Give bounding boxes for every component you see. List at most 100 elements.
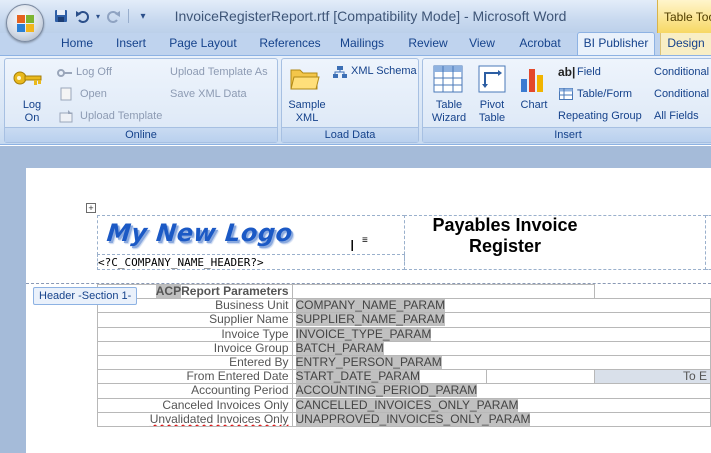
load-data-group: Sample XML XML Schema Load Data bbox=[281, 58, 419, 143]
tab-insert[interactable]: Insert bbox=[104, 33, 158, 55]
parameter-label-text: From Entered Date bbox=[186, 369, 289, 384]
conditional-region-button[interactable]: Conditional bbox=[654, 66, 709, 78]
chart-icon bbox=[521, 69, 543, 92]
parameter-label[interactable]: Unvalidated Invoices Only bbox=[97, 411, 293, 427]
header-section-label: Header -Section 1- bbox=[33, 287, 138, 305]
parameter-value-field[interactable]: SUPPLIER_NAME_PARAM bbox=[291, 312, 711, 328]
parameter-value-text: CANCELLED_INVOICES_ONLY_PARAM bbox=[295, 398, 519, 412]
parameter-value-field[interactable]: ENTRY_PERSON_PARAM bbox=[291, 354, 711, 371]
table-wizard-button[interactable]: Table Wizard bbox=[427, 99, 471, 125]
parameters-header-prefix: ACP bbox=[155, 284, 182, 299]
folder-icon bbox=[290, 69, 320, 90]
report-title: Payables Invoice Register bbox=[432, 215, 578, 256]
all-fields-button[interactable]: All Fields bbox=[654, 110, 699, 122]
parameter-value-field[interactable]: ACCOUNTING_PERIOD_PARAM bbox=[291, 383, 711, 399]
parameter-value-text: SUPPLIER_NAME_PARAM bbox=[295, 312, 445, 327]
xml-schema-icon bbox=[333, 66, 347, 78]
xml-schema-button[interactable]: XML Schema bbox=[351, 65, 417, 77]
parameter-extra-label: To E bbox=[593, 369, 711, 385]
save-xml-data-button[interactable]: Save XML Data bbox=[170, 88, 247, 100]
tab-acrobat[interactable]: Acrobat bbox=[512, 33, 568, 55]
log-off-icon bbox=[57, 69, 72, 77]
parameters-header-value-cell[interactable] bbox=[291, 283, 595, 300]
parameter-value-field[interactable]: INVOICE_TYPE_PARAM bbox=[291, 326, 711, 342]
parameter-label-text: Invoice Group bbox=[213, 341, 289, 355]
open-icon bbox=[60, 87, 72, 101]
parameter-label[interactable]: Entered By bbox=[97, 354, 293, 371]
load-data-group-label: Load Data bbox=[282, 127, 418, 142]
parameter-value-field[interactable]: COMPANY_NAME_PARAM bbox=[291, 298, 711, 314]
parameter-value-field[interactable]: UNAPPROVED_INVOICES_ONLY_PARAM bbox=[291, 411, 711, 427]
parameter-value-text: START_DATE_PARAM bbox=[295, 369, 420, 384]
table-wizard-icon bbox=[433, 65, 463, 93]
tab-mailings[interactable]: Mailings bbox=[334, 33, 390, 55]
parameter-value-field[interactable]: CANCELLED_INVOICES_ONLY_PARAM bbox=[291, 397, 711, 413]
tab-page-layout[interactable]: Page Layout bbox=[162, 33, 244, 55]
field-icon: ab| bbox=[558, 65, 576, 79]
parameter-extra-cell[interactable] bbox=[485, 369, 595, 385]
ribbon: Log On Log Off Open Upload Template Uplo… bbox=[0, 55, 711, 145]
open-button[interactable]: Open bbox=[80, 88, 107, 100]
insert-group-label: Insert bbox=[423, 127, 711, 142]
parameter-label[interactable]: From Entered Date bbox=[97, 369, 293, 385]
log-off-button[interactable]: Log Off bbox=[76, 66, 112, 78]
online-group: Log On Log Off Open Upload Template Uplo… bbox=[4, 58, 278, 143]
upload-template-button[interactable]: Upload Template bbox=[80, 110, 162, 122]
table-form-icon bbox=[559, 88, 573, 100]
office-button[interactable] bbox=[6, 4, 44, 42]
upload-template-as-button[interactable]: Upload Template As bbox=[170, 66, 268, 78]
parameter-label-text: Business Unit bbox=[215, 298, 289, 313]
parameter-label-text: Canceled Invoices Only bbox=[162, 398, 289, 412]
parameter-label[interactable]: Invoice Group bbox=[97, 340, 293, 356]
upload-icon bbox=[59, 110, 73, 123]
parameter-value-text: INVOICE_TYPE_PARAM bbox=[295, 327, 432, 341]
title-bar: ▾ ▾ InvoiceRegisterReport.rtf [Compatibi… bbox=[0, 0, 711, 33]
conditional-format-button[interactable]: Conditional bbox=[654, 88, 709, 100]
tab-home[interactable]: Home bbox=[52, 33, 102, 55]
parameter-label[interactable]: Accounting Period bbox=[97, 383, 293, 399]
parameters-header-row: ACPReport Parameters bbox=[97, 283, 711, 300]
tab-review[interactable]: Review bbox=[400, 33, 456, 55]
company-logo: My New Logo bbox=[105, 219, 295, 247]
sample-xml-button[interactable]: Sample XML bbox=[286, 99, 328, 125]
report-parameters-table: ACPReport Parameters Business Unit COMPANY… bbox=[97, 283, 711, 427]
repeating-group-button[interactable]: Repeating Group bbox=[558, 110, 642, 122]
online-group-label: Online bbox=[5, 127, 277, 142]
parameter-label[interactable]: Invoice Type bbox=[97, 326, 293, 342]
parameter-label[interactable]: Canceled Invoices Only bbox=[97, 397, 293, 413]
parameter-value-field[interactable]: START_DATE_PARAM bbox=[291, 369, 487, 385]
pivot-table-button[interactable]: Pivot Table bbox=[473, 99, 511, 125]
chart-button[interactable]: Chart bbox=[515, 99, 553, 112]
parameter-row: Unvalidated Invoices Only UNAPPROVED_INVO… bbox=[97, 411, 711, 427]
parameter-value-text: ACCOUNTING_PERIOD_PARAM bbox=[295, 383, 478, 398]
parameter-row: Invoice Type INVOICE_TYPE_PARAM bbox=[97, 326, 711, 342]
parameter-row: Supplier Name SUPPLIER_NAME_PARAM bbox=[97, 312, 711, 328]
company-name-field[interactable]: <?C_COMPANY_NAME_HEADER?> bbox=[98, 256, 264, 269]
parameter-label-text: Entered By bbox=[229, 355, 289, 370]
parameter-label[interactable]: Supplier Name bbox=[97, 312, 293, 328]
tab-references[interactable]: References bbox=[250, 33, 330, 55]
key-icon bbox=[13, 71, 42, 85]
parameter-row: Business Unit COMPANY_NAME_PARAM bbox=[97, 298, 711, 314]
parameter-value-field[interactable]: BATCH_PARAM bbox=[291, 340, 711, 356]
parameter-value-text: COMPANY_NAME_PARAM bbox=[295, 298, 446, 313]
parameter-label-text: Accounting Period bbox=[191, 383, 289, 398]
table-tools-context-tab[interactable]: Table Too bbox=[657, 0, 711, 33]
office-button-icon bbox=[17, 15, 35, 33]
tab-bi-publisher[interactable]: BI Publisher bbox=[577, 32, 655, 55]
parameter-label-text: Supplier Name bbox=[209, 312, 289, 327]
table-move-handle-icon[interactable]: + bbox=[86, 203, 96, 213]
parameter-label-text: Invoice Type bbox=[221, 327, 289, 341]
table-form-button[interactable]: Table/Form bbox=[577, 88, 632, 100]
parameters-header-text: Report Parameters bbox=[181, 284, 289, 299]
parameter-row: Entered By ENTRY_PERSON_PARAM bbox=[97, 354, 711, 371]
tab-view[interactable]: View bbox=[460, 33, 504, 55]
window-title: InvoiceRegisterReport.rtf [Compatibility… bbox=[174, 8, 567, 24]
parameter-label-text: Unvalidated Invoices Only bbox=[149, 412, 289, 426]
tab-design[interactable]: Design bbox=[660, 33, 711, 55]
right-cell[interactable] bbox=[705, 215, 711, 270]
field-button[interactable]: Field bbox=[577, 66, 601, 78]
insert-group: Table Wizard Pivot Table Chart ab| Field… bbox=[422, 58, 711, 143]
text-cursor-icon: I bbox=[350, 238, 355, 255]
log-on-button[interactable]: Log On bbox=[13, 99, 51, 125]
